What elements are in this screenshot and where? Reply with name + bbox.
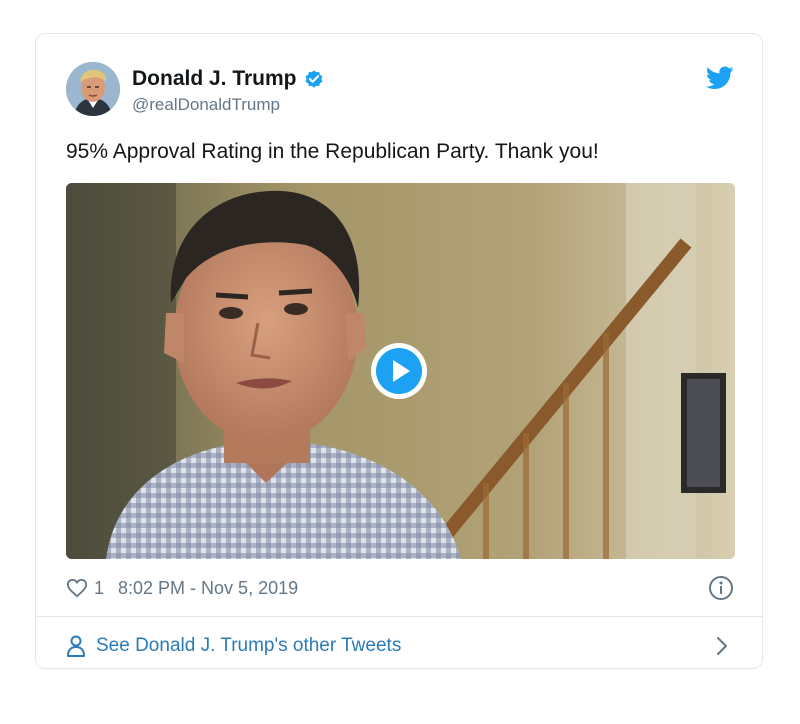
- info-icon[interactable]: [708, 575, 734, 601]
- tweet-text: 95% Approval Rating in the Republican Pa…: [66, 140, 599, 163]
- tweet-video[interactable]: [66, 183, 735, 559]
- see-other-tweets-label[interactable]: See Donald J. Trump's other Tweets: [96, 635, 401, 657]
- like-count[interactable]: 1: [94, 578, 104, 599]
- author-info[interactable]: Donald J. Trump @realDonaldTrump: [132, 66, 325, 115]
- see-other-tweets-link[interactable]: See Donald J. Trump's other Tweets: [66, 631, 734, 661]
- twitter-bird-icon[interactable]: [705, 66, 734, 90]
- tweet-card[interactable]: Donald J. Trump @realDonaldTrump 95% App…: [35, 33, 763, 669]
- verified-badge-icon: [303, 68, 325, 90]
- tweet-meta: 1 8:02 PM - Nov 5, 2019: [66, 574, 734, 602]
- person-icon: [66, 635, 86, 657]
- avatar[interactable]: [66, 62, 120, 116]
- tweet-header: Donald J. Trump @realDonaldTrump: [66, 62, 734, 118]
- display-name-row: Donald J. Trump: [132, 66, 325, 92]
- play-icon[interactable]: [370, 342, 428, 400]
- timestamp[interactable]: 8:02 PM - Nov 5, 2019: [118, 578, 298, 599]
- chevron-right-icon[interactable]: [716, 636, 728, 656]
- handle[interactable]: @realDonaldTrump: [132, 95, 325, 115]
- divider: [36, 616, 762, 617]
- heart-icon[interactable]: [66, 578, 88, 598]
- display-name[interactable]: Donald J. Trump: [132, 67, 297, 91]
